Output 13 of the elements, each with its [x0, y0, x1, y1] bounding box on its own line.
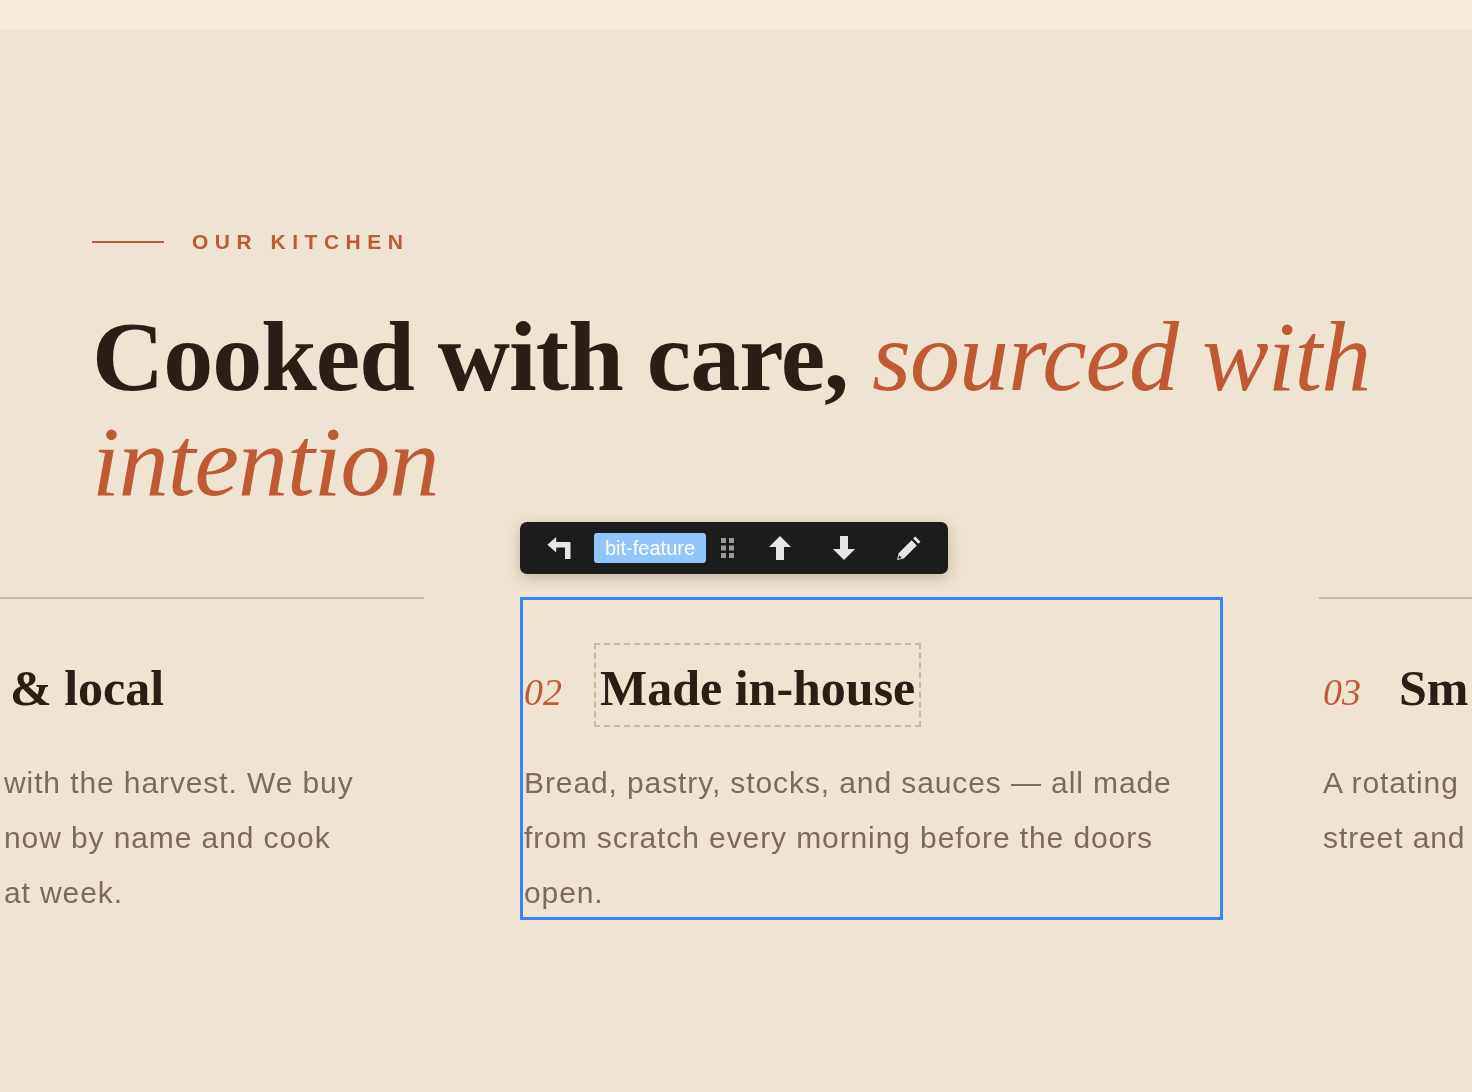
feature-description: A rotating street and — [1323, 765, 1467, 856]
feature-title: & local — [9, 659, 166, 718]
feature-title: Made in-house — [594, 643, 922, 727]
feature-number: 03 — [1323, 670, 1361, 715]
feature-description: Bread, pastry, stocks, and sauces — all made from scratch every morning before the doors open. — [524, 765, 1173, 911]
feature-title: Sm — [1398, 659, 1470, 718]
component-tag: bit-feature — [594, 533, 707, 563]
drag-handle-icon[interactable] — [721, 538, 735, 558]
feature-number: 02 — [524, 670, 562, 715]
accent-line — [92, 241, 164, 243]
section-heading: Cooked with care, sourced with intention — [92, 304, 1372, 514]
feature-description: with the harvest. We buy now by name and cook at week. — [4, 765, 355, 911]
section-eyebrow: OUR KITCHEN — [192, 231, 410, 253]
